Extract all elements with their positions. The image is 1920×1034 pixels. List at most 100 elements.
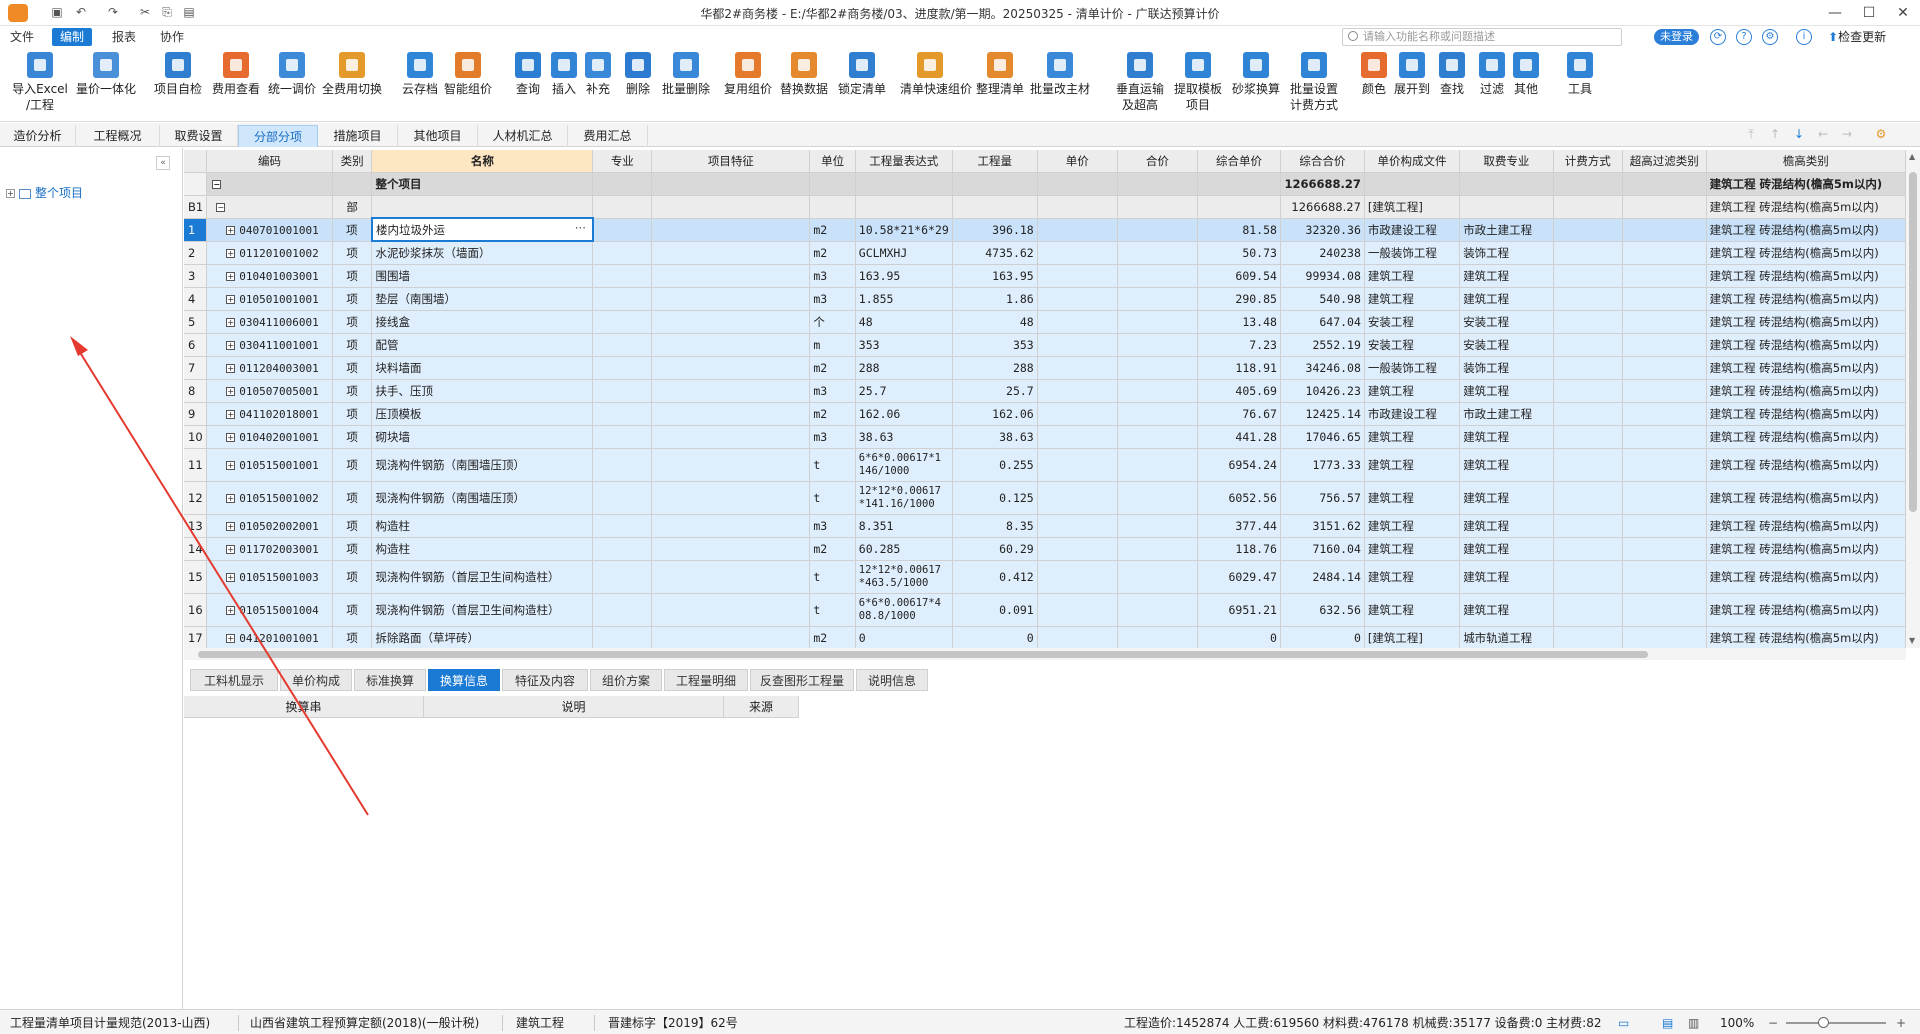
- cell-name[interactable]: 现浇构件钢筋（南围墙压顶）: [371, 448, 594, 482]
- cell-comp-total[interactable]: 1773.33: [1280, 448, 1365, 482]
- table-row[interactable]: 8 +010507005001 项扶手、压顶 m3 25.7 25.7 405.69 1042…: [184, 379, 1906, 403]
- ribbon-button-14[interactable]: 替换数据: [774, 52, 834, 97]
- expand-icon[interactable]: +: [226, 493, 236, 503]
- cell-type[interactable]: 项: [332, 310, 373, 334]
- cell-empty[interactable]: [651, 195, 811, 219]
- cell-height-filter[interactable]: [1622, 333, 1707, 357]
- cell-expr[interactable]: 0: [855, 626, 953, 648]
- cell-name[interactable]: 垫层（南围墙）: [371, 287, 594, 311]
- menu-collab[interactable]: 协作: [152, 28, 192, 46]
- cell-features[interactable]: [651, 310, 811, 334]
- row-expand[interactable]: −: [206, 172, 333, 196]
- cell-height-filter[interactable]: [1622, 593, 1707, 627]
- cell-comp-unit-price[interactable]: 118.91: [1197, 356, 1281, 380]
- cell-major[interactable]: [592, 287, 653, 311]
- cell-major[interactable]: [592, 310, 653, 334]
- tab-sub-items[interactable]: 分部分项: [238, 125, 318, 147]
- cell-amount[interactable]: [1117, 514, 1198, 538]
- cell-unit-price[interactable]: [1037, 333, 1118, 357]
- cell-comp-unit-price[interactable]: 81.58: [1197, 218, 1281, 242]
- grid-col-header-16[interactable]: 超高过滤类别: [1622, 150, 1707, 173]
- cell-fee-major[interactable]: 建筑工程: [1459, 593, 1554, 627]
- cell-comp-total[interactable]: 34246.08: [1280, 356, 1365, 380]
- expand-icon[interactable]: +: [226, 225, 236, 235]
- cell-unit-price[interactable]: [1037, 481, 1118, 515]
- maximize-icon[interactable]: ☐: [1854, 2, 1884, 24]
- cell-height-filter[interactable]: [1622, 241, 1707, 265]
- expand-icon[interactable]: +: [226, 317, 236, 327]
- cell-eaves[interactable]: 建筑工程 砖混结构(檐高5m以内): [1706, 379, 1906, 403]
- cell-comp-total[interactable]: 0: [1280, 626, 1365, 648]
- grid-col-header-7[interactable]: 工程量表达式: [855, 150, 953, 173]
- cell-calc-method[interactable]: [1553, 425, 1623, 449]
- grid-col-header-6[interactable]: 单位: [809, 150, 856, 173]
- cell-eaves[interactable]: 建筑工程 砖混结构(檐高5m以内): [1706, 195, 1906, 219]
- cell-expr[interactable]: 1.855: [855, 287, 953, 311]
- cell-eaves[interactable]: 建筑工程 砖混结构(檐高5m以内): [1706, 241, 1906, 265]
- cell-features[interactable]: [651, 287, 811, 311]
- cell-file[interactable]: 建筑工程: [1364, 264, 1461, 288]
- cell-features[interactable]: [651, 537, 811, 561]
- cell-file[interactable]: 建筑工程: [1364, 537, 1461, 561]
- table-row[interactable]: 10 +010402001001 项砌块墙 m3 38.63 38.63 441.28 170…: [184, 425, 1906, 449]
- minimize-icon[interactable]: —: [1820, 2, 1850, 24]
- ribbon-button-13[interactable]: 复用组价: [718, 52, 778, 97]
- cell-comp-total[interactable]: 10426.23: [1280, 379, 1365, 403]
- cell-amount[interactable]: [1117, 241, 1198, 265]
- cell-features[interactable]: [651, 626, 811, 648]
- tab-measures[interactable]: 措施项目: [318, 125, 398, 147]
- cell-comp-unit-price[interactable]: 6052.56: [1197, 481, 1281, 515]
- cell-empty[interactable]: [952, 172, 1038, 196]
- vertical-scroll-thumb[interactable]: [1909, 172, 1917, 512]
- cell-qty[interactable]: 60.29: [952, 537, 1038, 561]
- cell-amount[interactable]: [1117, 218, 1198, 242]
- ribbon-button-15[interactable]: 锁定清单: [832, 52, 892, 97]
- cell-type[interactable]: [332, 172, 373, 196]
- cell-empty[interactable]: [1037, 172, 1118, 196]
- cell-file[interactable]: 建筑工程: [1364, 560, 1461, 594]
- cell-file[interactable]: 市政建设工程: [1364, 402, 1461, 426]
- cell-file[interactable]: 建筑工程: [1364, 448, 1461, 482]
- cell-eaves[interactable]: 建筑工程 砖混结构(檐高5m以内): [1706, 481, 1906, 515]
- cell-fee-major[interactable]: 建筑工程: [1459, 448, 1554, 482]
- cell-calc-method[interactable]: [1553, 626, 1623, 648]
- cell-features[interactable]: [651, 514, 811, 538]
- expand-icon[interactable]: +: [226, 633, 236, 643]
- zoom-slider-handle[interactable]: [1818, 1017, 1829, 1028]
- cell-fee-major[interactable]: 建筑工程: [1459, 514, 1554, 538]
- cell-comp-unit-price[interactable]: 118.76: [1197, 537, 1281, 561]
- cell-unit[interactable]: 个: [809, 310, 856, 334]
- cell-code[interactable]: +010502002001: [206, 514, 333, 538]
- cell-expr[interactable]: 10.58*21*6*29: [855, 218, 953, 242]
- grid-col-header-4[interactable]: 专业: [592, 150, 653, 173]
- list-view-icon[interactable]: ▤: [1662, 1015, 1673, 1031]
- horizontal-scroll-thumb[interactable]: [198, 651, 1648, 658]
- cell-name[interactable]: 围围墙: [371, 264, 594, 288]
- cell-empty[interactable]: [1622, 172, 1707, 196]
- cell-code[interactable]: +010507005001: [206, 379, 333, 403]
- collapse-icon[interactable]: −: [212, 179, 222, 189]
- cell-expr[interactable]: 288: [855, 356, 953, 380]
- grid-col-header-15[interactable]: 计费方式: [1553, 150, 1623, 173]
- cell-comp-total[interactable]: 32320.36: [1280, 218, 1365, 242]
- cell-qty[interactable]: 353: [952, 333, 1038, 357]
- cell-fee-major[interactable]: 建筑工程: [1459, 264, 1554, 288]
- cell-fee-major[interactable]: 安装工程: [1459, 333, 1554, 357]
- cell-major[interactable]: [592, 448, 653, 482]
- expand-icon[interactable]: +: [226, 409, 236, 419]
- detail-tab-0[interactable]: 工料机显示: [190, 669, 278, 691]
- cell-name[interactable]: 构造柱: [371, 514, 594, 538]
- cell-unit[interactable]: m2: [809, 241, 856, 265]
- grid-col-header-13[interactable]: 单价构成文件: [1364, 150, 1461, 173]
- cell-unit[interactable]: m3: [809, 514, 856, 538]
- ribbon-button-7[interactable]: 智能组价: [438, 52, 498, 97]
- cell-unit[interactable]: t: [809, 481, 856, 515]
- row-index[interactable]: 16: [184, 593, 208, 627]
- cell-height-filter[interactable]: [1622, 356, 1707, 380]
- row-index[interactable]: 14: [184, 537, 208, 561]
- settings-icon[interactable]: ⚙: [1762, 29, 1778, 45]
- ribbon-button-18[interactable]: 批量改主材: [1030, 52, 1090, 97]
- cell-amount[interactable]: [1117, 402, 1198, 426]
- cell-type[interactable]: 项: [332, 593, 373, 627]
- cell-name[interactable]: 压顶模板: [371, 402, 594, 426]
